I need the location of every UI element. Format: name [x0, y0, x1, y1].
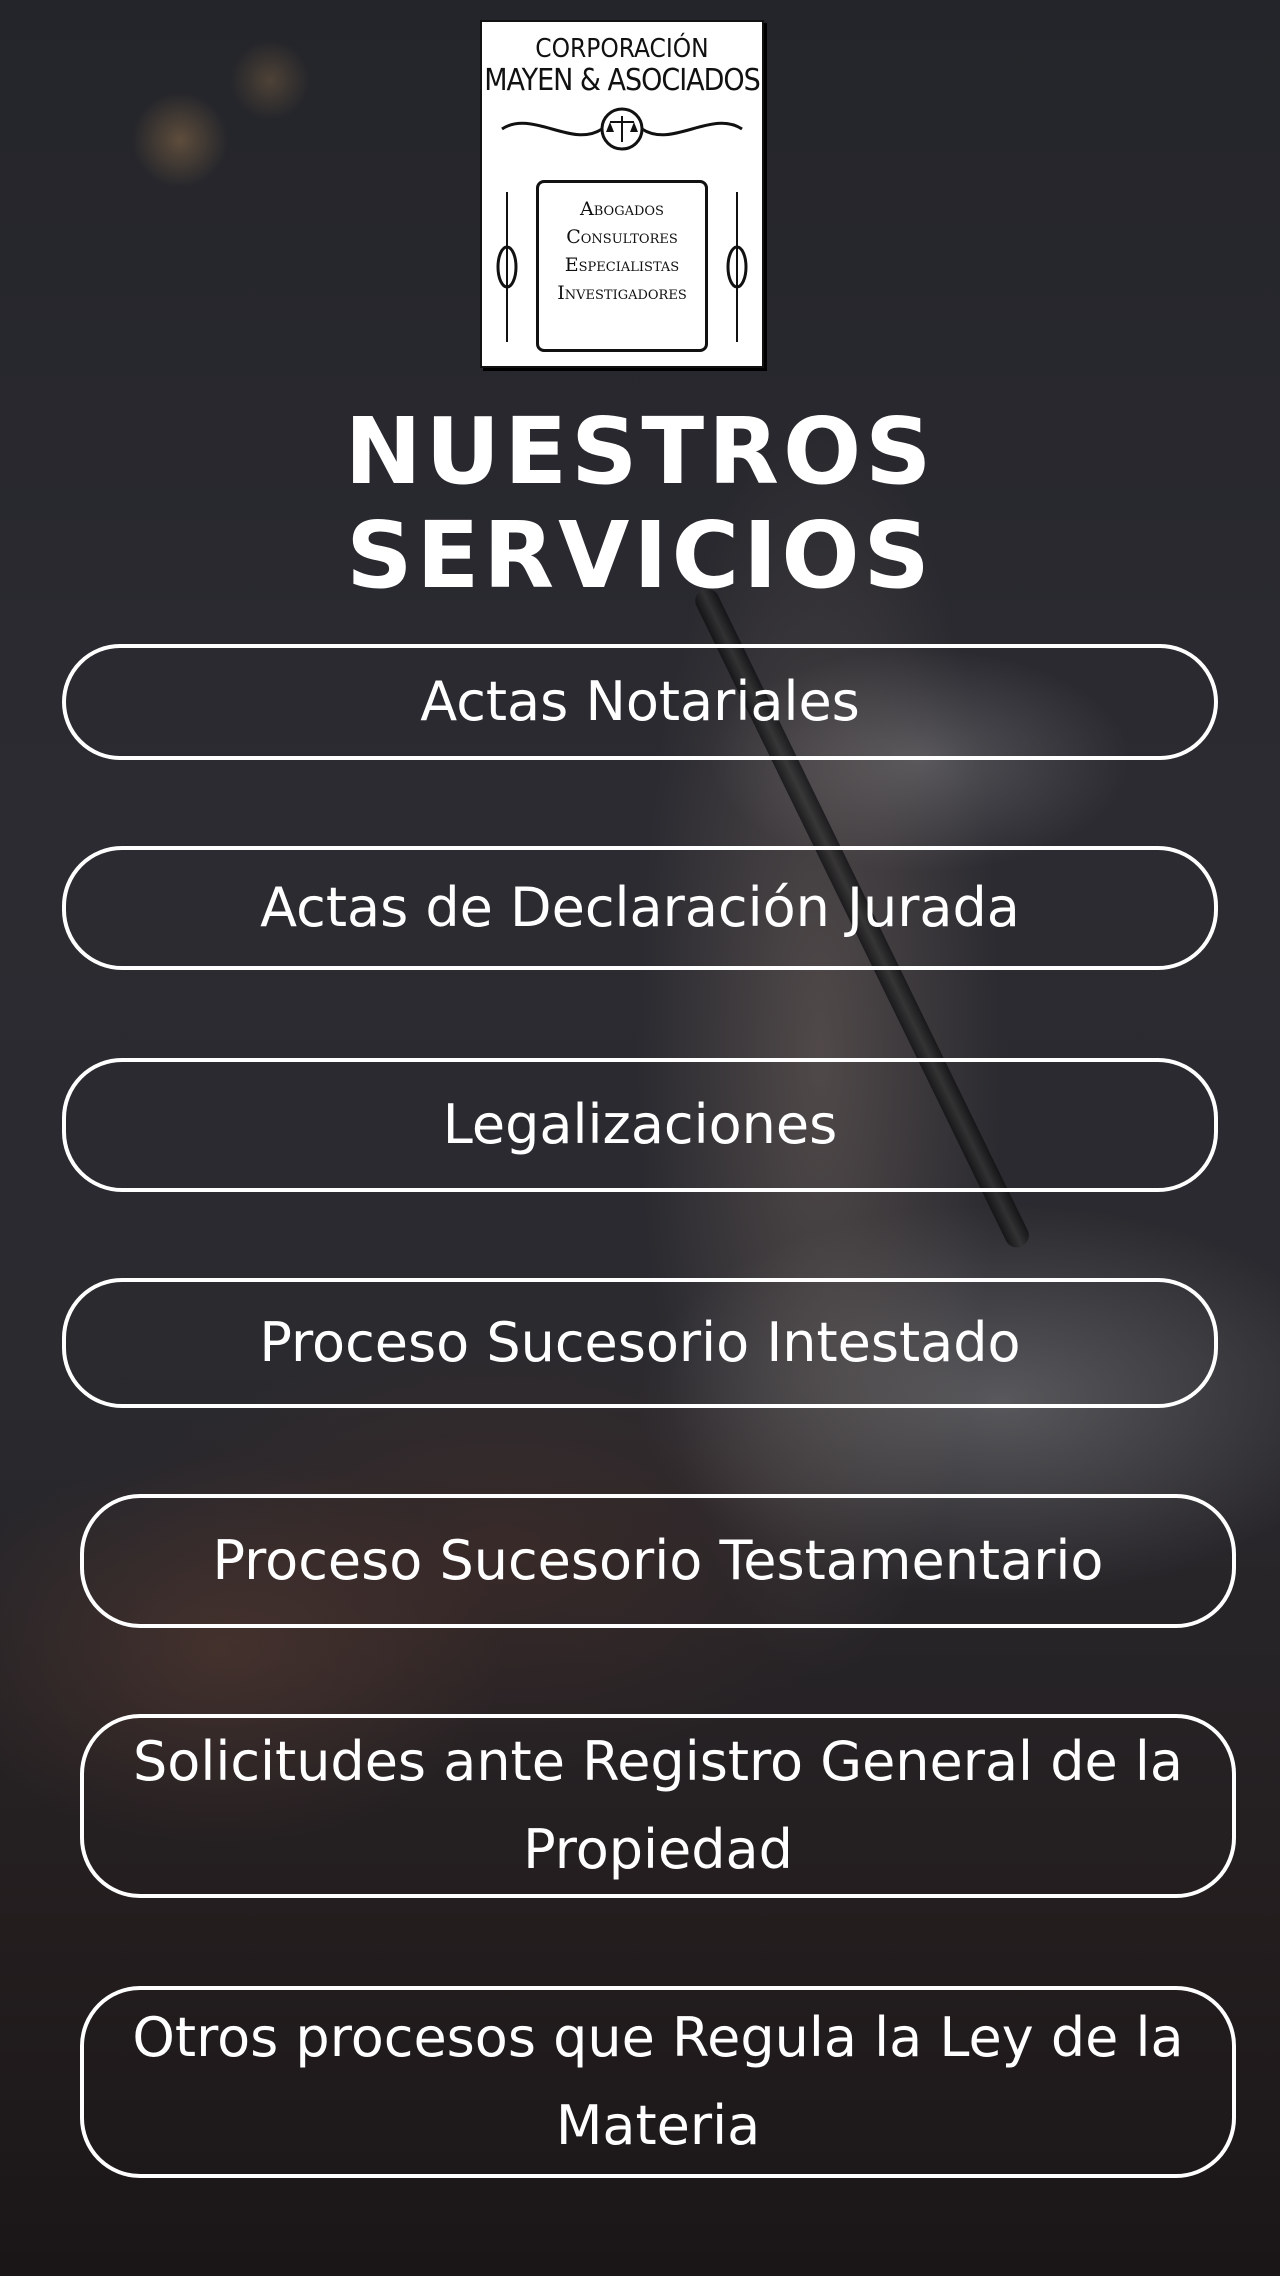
service-button-registro-propiedad[interactable]: Solicitudes ante Registro General de la …: [80, 1714, 1236, 1898]
title-line-1: NUESTROS: [344, 398, 936, 505]
logo-line-1: CORPORACIÓN: [535, 34, 709, 64]
service-button-otros-procesos[interactable]: Otros procesos que Regula la Ley de la M…: [80, 1986, 1236, 2178]
service-button-legalizaciones[interactable]: Legalizaciones: [62, 1058, 1218, 1192]
company-logo: CORPORACIÓN MAYEN & ASOCIADOS Abogados C…: [480, 20, 764, 368]
service-button-actas-notariales[interactable]: Actas Notariales: [62, 644, 1218, 760]
scales-of-justice-icon: [501, 107, 743, 151]
service-button-declaracion-jurada[interactable]: Actas de Declaración Jurada: [62, 846, 1218, 970]
logo-role: Consultores: [566, 226, 678, 248]
right-ornament-icon: [726, 192, 748, 342]
service-button-sucesorio-testamentario[interactable]: Proceso Sucesorio Testamentario: [80, 1494, 1236, 1628]
logo-role: Investigadores: [557, 282, 687, 304]
title-line-2: SERVICIOS: [346, 502, 934, 609]
logo-roles-box: Abogados Consultores Especialistas Inves…: [536, 180, 708, 352]
logo-role: Abogados: [580, 198, 664, 220]
service-button-sucesorio-intestado[interactable]: Proceso Sucesorio Intestado: [62, 1278, 1218, 1408]
page-title: NUESTROS SERVICIOS: [0, 400, 1280, 608]
left-ornament-icon: [496, 192, 518, 342]
logo-line-2: MAYEN & ASOCIADOS: [484, 63, 761, 98]
logo-role: Especialistas: [564, 254, 680, 276]
